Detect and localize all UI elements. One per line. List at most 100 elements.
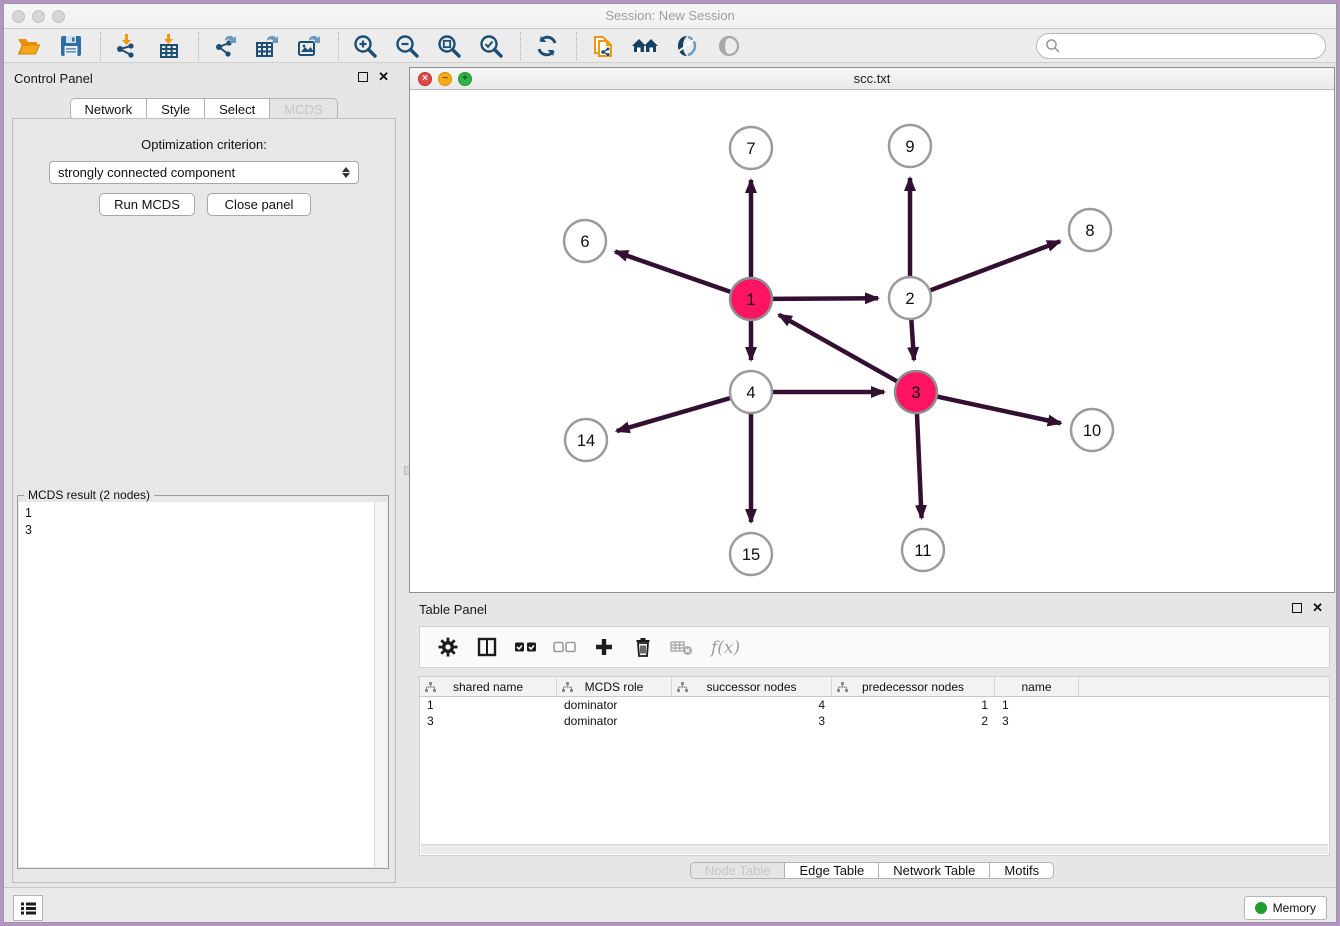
graph-node-1[interactable]: 1 — [730, 278, 772, 320]
table-row[interactable]: 1 dominator 4 1 1 — [420, 697, 1329, 713]
graph-node-14[interactable]: 14 — [565, 419, 607, 461]
title-bar: Session: New Session — [4, 4, 1336, 29]
graph-node-6[interactable]: 6 — [564, 220, 606, 262]
graph-node-4[interactable]: 4 — [730, 371, 772, 413]
result-line: 3 — [25, 522, 381, 539]
node-table: shared name MCDS role successor nodes pr… — [419, 676, 1330, 856]
zoom-out-icon[interactable] — [392, 31, 422, 61]
list-icon — [20, 901, 37, 916]
cell-shared-name: 1 — [420, 697, 557, 713]
zoom-fit-icon[interactable] — [434, 31, 464, 61]
chevron-up-down-icon — [342, 167, 350, 178]
cell-mcds-role: dominator — [557, 697, 672, 713]
optimization-criterion-label: Optimization criterion: — [13, 137, 395, 152]
graph-node-3[interactable]: 3 — [895, 371, 937, 413]
export-image-icon[interactable] — [294, 31, 324, 61]
column-header-mcds-role[interactable]: MCDS role — [557, 677, 672, 696]
import-network-icon[interactable] — [112, 31, 142, 61]
main-toolbar — [4, 29, 1336, 63]
zoom-in-icon[interactable] — [350, 31, 380, 61]
close-table-panel-icon[interactable]: ✕ — [1312, 603, 1323, 613]
graph-node-10[interactable]: 10 — [1071, 409, 1113, 451]
add-icon[interactable] — [592, 635, 616, 659]
optimization-criterion-dropdown[interactable]: strongly connected component — [49, 161, 359, 184]
mcds-result-box: MCDS result (2 nodes) 1 3 — [17, 495, 389, 869]
float-panel-icon[interactable] — [358, 72, 368, 82]
graph-node-15[interactable]: 15 — [730, 533, 772, 575]
import-table-icon[interactable] — [154, 31, 184, 61]
refresh-icon[interactable] — [532, 31, 562, 61]
graph-node-9[interactable]: 9 — [889, 125, 931, 167]
svg-text:15: 15 — [742, 546, 760, 564]
home-icon[interactable] — [630, 31, 660, 61]
close-panel-button[interactable]: Close panel — [207, 193, 311, 216]
column-header-shared-name[interactable]: shared name — [420, 677, 557, 696]
table-horizontal-scrollbar[interactable] — [421, 844, 1328, 854]
run-mcds-button[interactable]: Run MCDS — [99, 193, 195, 216]
toolbar-separator — [198, 32, 199, 60]
svg-text:1: 1 — [746, 291, 755, 309]
cell-predecessor-nodes: 1 — [832, 697, 995, 713]
tab-mcds[interactable]: MCDS — [270, 98, 337, 120]
memory-button[interactable]: Memory — [1244, 896, 1327, 920]
save-session-icon[interactable] — [56, 31, 86, 61]
svg-text:2: 2 — [905, 290, 914, 308]
deselect-all-icon[interactable] — [553, 635, 577, 659]
network-window-titlebar[interactable]: × − + scc.txt — [410, 68, 1334, 90]
column-header-successor-nodes[interactable]: successor nodes — [672, 677, 832, 696]
toolbar-separator — [100, 32, 101, 60]
network-graph[interactable]: 7 9 6 8 1 2 4 3 14 10 15 11 — [410, 90, 1334, 592]
tab-node-table[interactable]: Node Table — [690, 862, 786, 879]
result-scrollbar[interactable] — [374, 502, 387, 867]
control-panel: Control Panel ✕ Network Style Select MCD… — [4, 63, 403, 887]
tab-style[interactable]: Style — [147, 98, 205, 120]
cell-shared-name: 3 — [420, 713, 557, 729]
select-all-icon[interactable] — [514, 635, 538, 659]
tab-edge-table[interactable]: Edge Table — [785, 862, 879, 879]
graph-node-11[interactable]: 11 — [902, 529, 944, 571]
clone-network-icon[interactable] — [588, 31, 618, 61]
svg-text:7: 7 — [746, 140, 755, 158]
float-table-panel-icon[interactable] — [1292, 603, 1302, 613]
search-input[interactable] — [1066, 39, 1325, 54]
tab-network[interactable]: Network — [69, 98, 147, 120]
network-canvas[interactable]: 7 9 6 8 1 2 4 3 14 10 15 11 — [410, 90, 1334, 592]
function-builder-icon[interactable]: f(x) — [709, 635, 747, 659]
toolbar-separator — [520, 32, 521, 60]
mcds-pane: Optimization criterion: strongly connect… — [12, 118, 396, 883]
graph-node-7[interactable]: 7 — [730, 127, 772, 169]
memory-label: Memory — [1273, 901, 1316, 915]
svg-text:4: 4 — [746, 384, 755, 402]
svg-text:10: 10 — [1083, 422, 1101, 440]
trash-icon[interactable] — [631, 635, 655, 659]
hierarchy-icon — [677, 682, 688, 692]
column-header-predecessor-nodes[interactable]: predecessor nodes — [832, 677, 995, 696]
table-panel-title: Table Panel — [419, 602, 487, 617]
task-history-button[interactable] — [13, 895, 43, 921]
graph-node-8[interactable]: 8 — [1069, 209, 1111, 251]
settings-gear-icon[interactable] — [436, 635, 460, 659]
search-box[interactable] — [1036, 33, 1326, 59]
open-file-icon[interactable] — [14, 31, 44, 61]
control-panel-tabs: Network Style Select MCDS — [69, 98, 337, 120]
close-panel-icon[interactable]: ✕ — [378, 72, 389, 82]
svg-text:14: 14 — [577, 432, 595, 450]
delete-table-icon[interactable] — [670, 635, 694, 659]
column-header-name[interactable]: name — [995, 677, 1079, 696]
table-row[interactable]: 3 dominator 3 2 3 — [420, 713, 1329, 729]
zoom-selected-icon[interactable] — [476, 31, 506, 61]
tab-select[interactable]: Select — [205, 98, 270, 120]
svg-text:11: 11 — [914, 542, 931, 560]
hierarchy-icon — [425, 682, 436, 692]
svg-text:6: 6 — [580, 233, 589, 251]
export-network-icon[interactable] — [210, 31, 240, 61]
eye-disabled-icon[interactable] — [714, 31, 744, 61]
svg-text:f(x): f(x) — [709, 638, 740, 658]
mcds-result-area[interactable]: 1 3 — [19, 502, 387, 867]
columns-icon[interactable] — [475, 635, 499, 659]
export-table-icon[interactable] — [252, 31, 282, 61]
tab-network-table[interactable]: Network Table — [879, 862, 990, 879]
tab-motifs[interactable]: Motifs — [990, 862, 1054, 879]
apply-style-icon[interactable] — [672, 31, 702, 61]
graph-node-2[interactable]: 2 — [889, 277, 931, 319]
